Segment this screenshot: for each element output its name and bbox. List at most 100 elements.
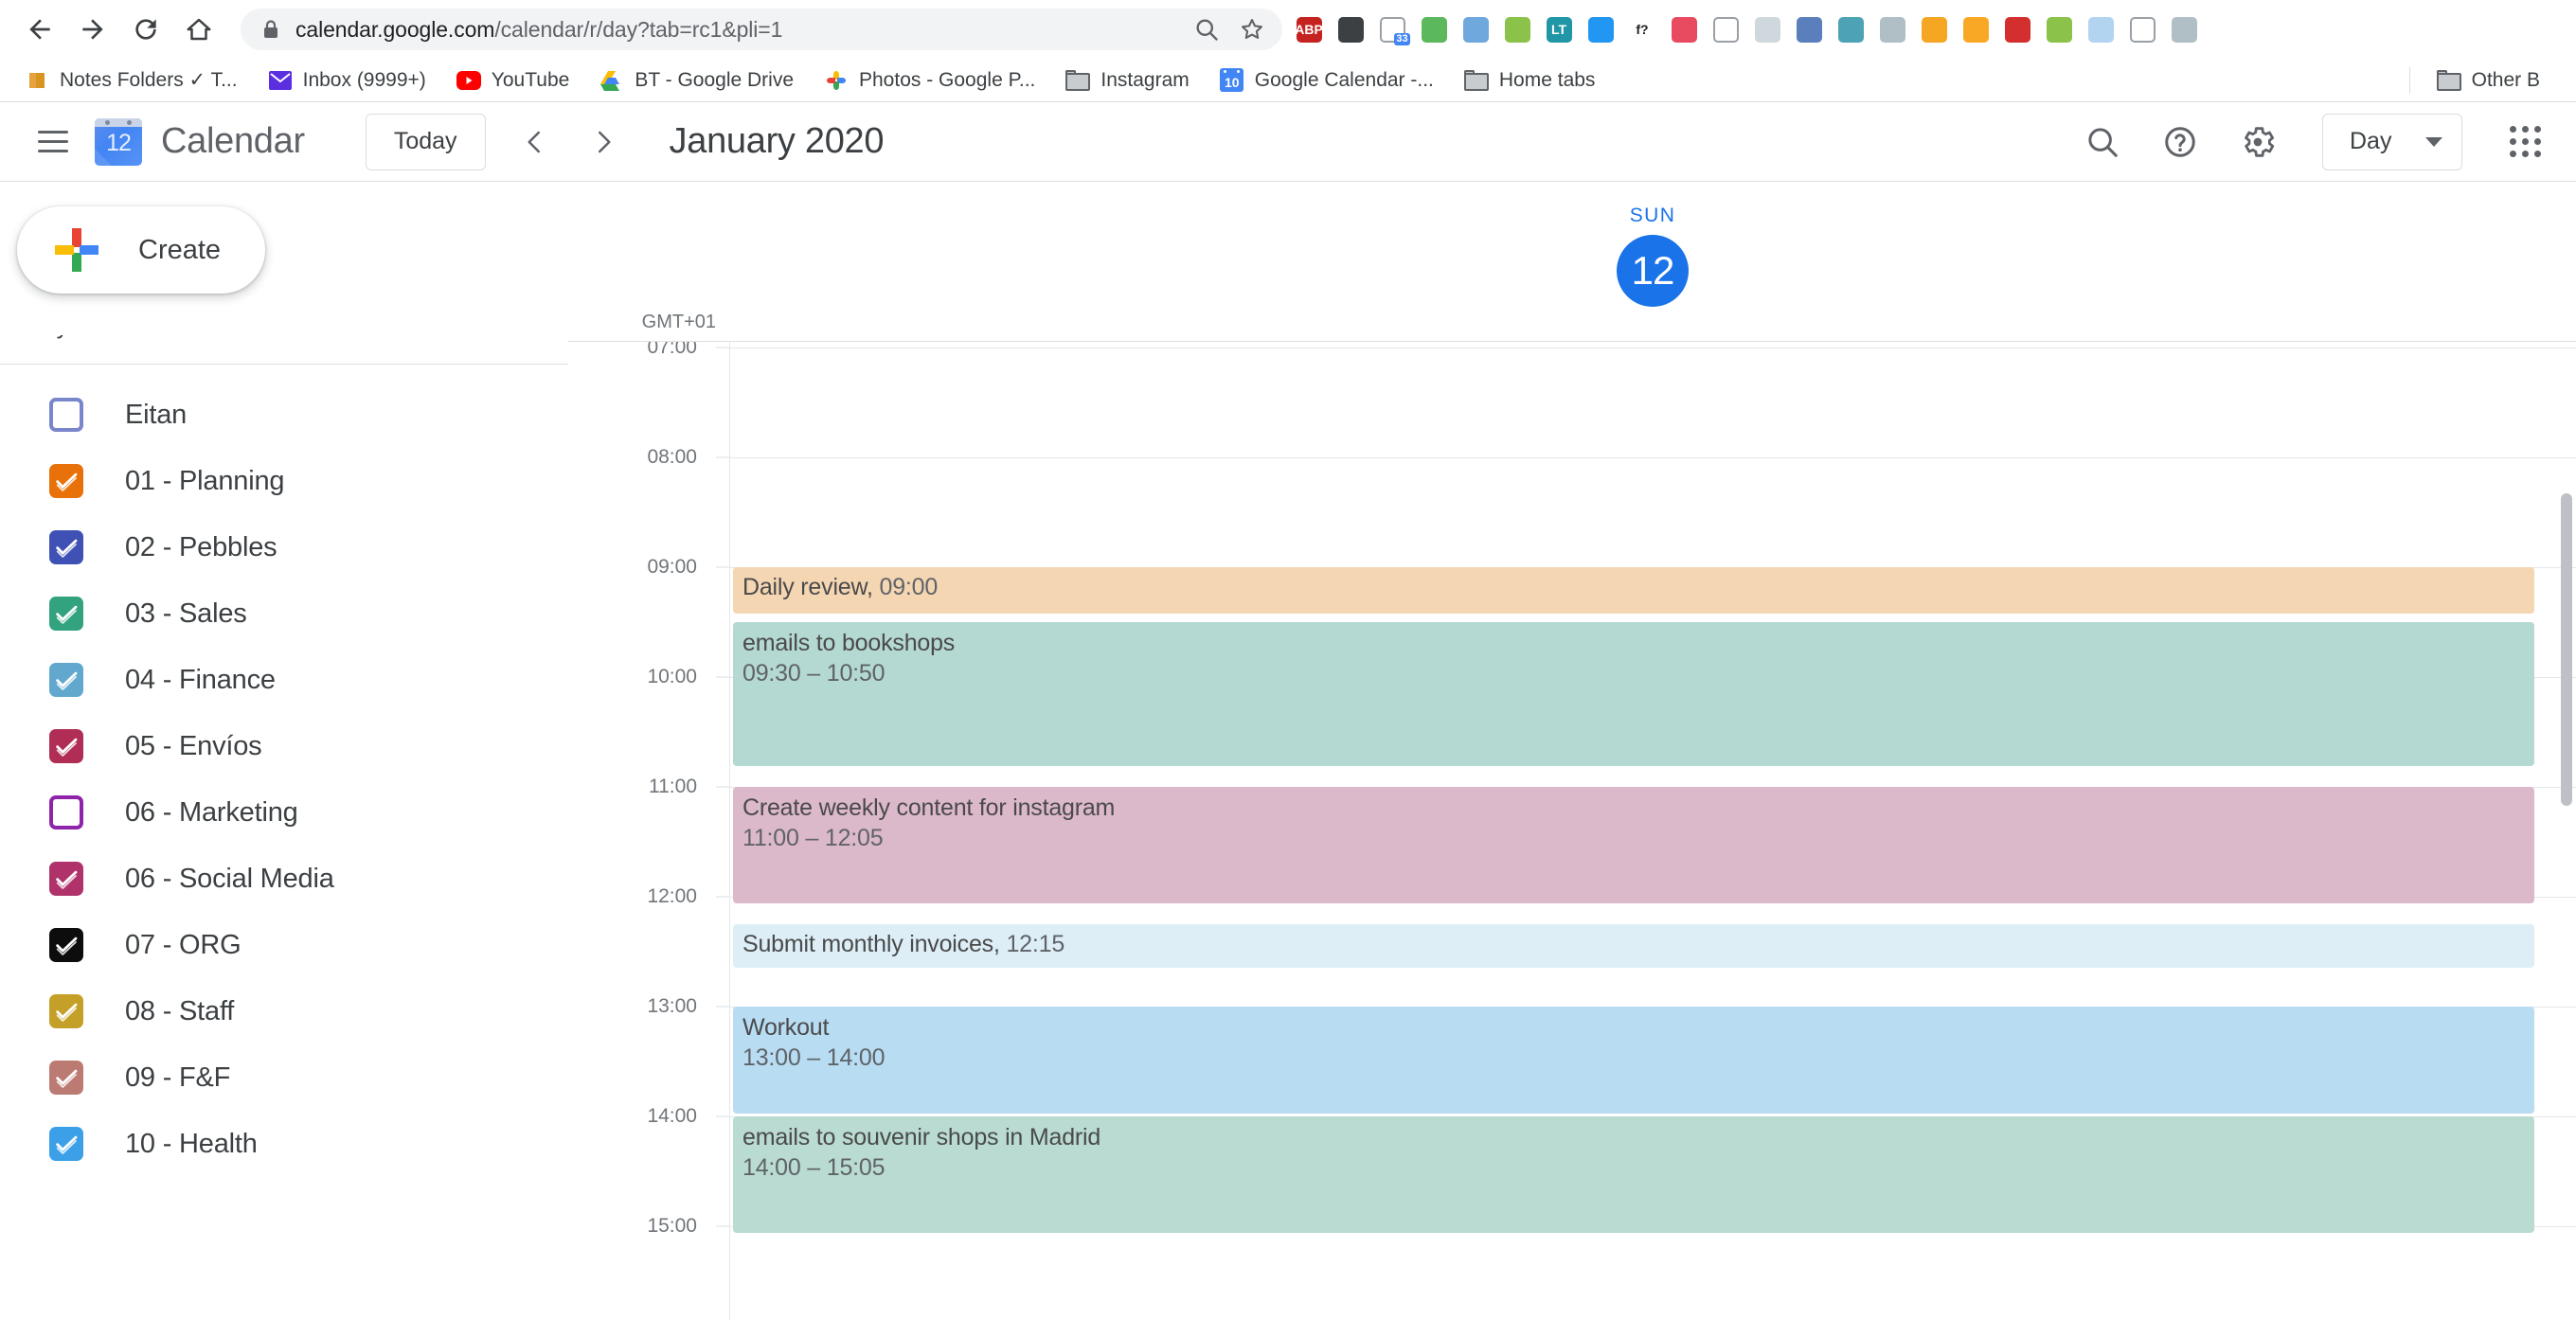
- gear-icon[interactable]: [2227, 112, 2288, 172]
- extension-icon[interactable]: [1746, 9, 1788, 50]
- calendar-list-item[interactable]: 05 - Envíos: [0, 713, 568, 779]
- extension-icon[interactable]: [1580, 9, 1621, 50]
- extension-icon[interactable]: [1705, 9, 1746, 50]
- extension-icon[interactable]: [1330, 9, 1371, 50]
- bookmark-inbox[interactable]: Inbox (9999+): [259, 62, 436, 98]
- event-workout[interactable]: Workout 13:00 – 14:00: [733, 1007, 2534, 1114]
- extension-icon[interactable]: [1996, 9, 2038, 50]
- extension-icon[interactable]: [1830, 9, 1871, 50]
- extension-icon[interactable]: f?: [1621, 9, 1663, 50]
- extension-icon[interactable]: [1871, 9, 1913, 50]
- calendar-list-item[interactable]: 10 - Health: [0, 1111, 568, 1177]
- event-time: 14:00 – 15:05: [742, 1154, 886, 1182]
- calendar-checkbox-checked[interactable]: [49, 928, 83, 962]
- extension-badge: 33: [1394, 33, 1410, 45]
- calendar-checkbox-checked[interactable]: [49, 464, 83, 498]
- calendar-list-item[interactable]: Eitan: [0, 382, 568, 448]
- event-submit-invoices[interactable]: Submit monthly invoices, 12:15: [733, 924, 2534, 968]
- search-icon[interactable]: [1193, 16, 1220, 43]
- calendar-checkbox-checked[interactable]: [49, 663, 83, 697]
- calendar-list-item[interactable]: 03 - Sales: [0, 580, 568, 647]
- event-create-weekly-content[interactable]: Create weekly content for instagram 11:00…: [733, 787, 2534, 903]
- calendar-brand[interactable]: 12 Calendar: [95, 117, 305, 166]
- today-button[interactable]: Today: [365, 113, 486, 170]
- search-icon[interactable]: [2072, 112, 2133, 172]
- extension-icon[interactable]: [1413, 9, 1455, 50]
- other-bookmarks-folder[interactable]: Other B: [2427, 62, 2549, 98]
- calendar-list-item[interactable]: 07 - ORG: [0, 912, 568, 978]
- vertical-scrollbar[interactable]: [2561, 493, 2572, 806]
- star-icon[interactable]: [1239, 16, 1265, 43]
- calendar-checkbox-checked[interactable]: [49, 994, 83, 1028]
- calendar-list-item[interactable]: 06 - Social Media: [0, 846, 568, 912]
- back-arrow-icon[interactable]: [13, 3, 66, 56]
- calendar-checkbox-unchecked[interactable]: [49, 795, 83, 829]
- day-number-badge[interactable]: 12: [1617, 235, 1689, 307]
- chevron-left-icon[interactable]: [507, 114, 564, 170]
- extension-icon[interactable]: [1788, 9, 1830, 50]
- calendar-list: Eitan 01 - Planning 02 - Pebbles 03 - Sales…: [0, 365, 568, 1320]
- calendar-list-item[interactable]: 08 - Staff: [0, 978, 568, 1044]
- extension-icon[interactable]: LT: [1538, 9, 1580, 50]
- hour-gridline: [729, 457, 2576, 458]
- calendar-list-item[interactable]: 04 - Finance: [0, 647, 568, 713]
- bookmark-label: BT - Google Drive: [635, 68, 794, 91]
- calendar-checkbox-checked[interactable]: [49, 862, 83, 896]
- address-bar[interactable]: calendar.google.com/calendar/r/day?tab=r…: [241, 9, 1282, 50]
- calendar-checkbox-checked[interactable]: [49, 729, 83, 763]
- bookmark-instagram-folder[interactable]: Instagram: [1056, 62, 1198, 98]
- extension-icon[interactable]: [2121, 9, 2163, 50]
- reload-icon[interactable]: [119, 3, 172, 56]
- event-time-text: 09:00: [879, 574, 939, 600]
- extension-icon[interactable]: [1455, 9, 1496, 50]
- home-icon[interactable]: [172, 3, 225, 56]
- calendar-list-item[interactable]: 09 - F&F: [0, 1044, 568, 1111]
- calendar-list-item[interactable]: 01 - Planning: [0, 448, 568, 514]
- extension-toolbar: ABP 33 LT f?: [1288, 9, 2563, 50]
- hour-tick: [716, 676, 729, 678]
- event-emails-bookshops[interactable]: emails to bookshops 09:30 – 10:50: [733, 622, 2534, 766]
- bookmarks-separator: [2408, 66, 2410, 94]
- chevron-right-icon[interactable]: [575, 114, 632, 170]
- help-icon[interactable]: [2150, 112, 2210, 172]
- apps-grid-icon[interactable]: [2495, 112, 2555, 172]
- bookmark-home-tabs-folder[interactable]: Home tabs: [1455, 62, 1605, 98]
- extension-icon[interactable]: [1496, 9, 1538, 50]
- view-selector[interactable]: Day: [2322, 113, 2462, 170]
- calendar-list-item[interactable]: 06 - Marketing: [0, 779, 568, 846]
- hour-gutter: 07:00 08:00 09:00 10:00 11:00 12:00 13:00 14:00…: [568, 342, 729, 1320]
- calendar-list-item[interactable]: 02 - Pebbles: [0, 514, 568, 580]
- calendar-checkbox-checked[interactable]: [49, 1061, 83, 1095]
- folder-icon: [1463, 68, 1489, 93]
- bookmark-photos[interactable]: Photos - Google P...: [814, 62, 1045, 98]
- drive-icon: [599, 68, 624, 93]
- bookmark-youtube[interactable]: YouTube: [447, 62, 580, 98]
- extension-icon[interactable]: [1663, 9, 1705, 50]
- calendar-checkbox-unchecked[interactable]: [49, 398, 83, 432]
- extension-icon[interactable]: ABP: [1288, 9, 1330, 50]
- forward-arrow-icon[interactable]: [66, 3, 119, 56]
- bookmark-label: Inbox (9999+): [302, 68, 426, 91]
- event-title: Submit monthly invoices, 12:15: [742, 931, 1065, 957]
- lock-icon: [261, 19, 280, 40]
- event-emails-souvenir-madrid[interactable]: emails to souvenir shops in Madrid 14:00 …: [733, 1116, 2534, 1233]
- event-daily-review[interactable]: Daily review, 09:00: [733, 567, 2534, 615]
- calendar-checkbox-checked[interactable]: [49, 597, 83, 631]
- calendar-checkbox-checked[interactable]: [49, 1127, 83, 1161]
- day-header: GMT+01 SUN 12: [568, 182, 2576, 341]
- bookmark-google-calendar[interactable]: 10 Google Calendar -...: [1210, 62, 1443, 98]
- extension-icon[interactable]: [2038, 9, 2080, 50]
- extension-icon[interactable]: [2080, 9, 2121, 50]
- extension-icon[interactable]: 33: [1371, 9, 1413, 50]
- calendar-checkbox-checked[interactable]: [49, 530, 83, 564]
- hamburger-menu-icon[interactable]: [21, 110, 85, 174]
- bookmark-bt-google-drive[interactable]: BT - Google Drive: [590, 62, 803, 98]
- day-header-column[interactable]: SUN 12: [729, 182, 2576, 341]
- create-button[interactable]: Create: [17, 206, 265, 294]
- extension-icon[interactable]: [2163, 9, 2205, 50]
- book-icon: [25, 68, 49, 93]
- bookmark-notes-folders[interactable]: Notes Folders ✓ T...: [15, 62, 247, 98]
- extension-icon[interactable]: [1913, 9, 1955, 50]
- grid-scroll-region[interactable]: 07:00 08:00 09:00 10:00 11:00 12:00 13:00 14:00…: [568, 341, 2576, 1320]
- extension-icon[interactable]: [1955, 9, 1996, 50]
